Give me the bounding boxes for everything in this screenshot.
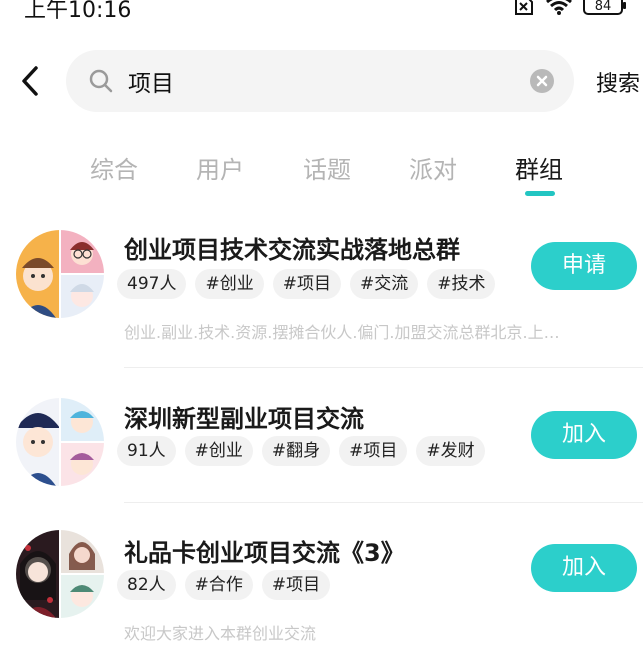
group-avatar bbox=[16, 530, 104, 618]
no-sim-icon bbox=[515, 0, 533, 15]
group-list-item[interactable]: 礼品卡创业项目交流《3》 82人 #合作 #项目 欢迎大家进入本群创业交流 加入 bbox=[0, 530, 643, 659]
member-count-tag: 82人 bbox=[117, 570, 176, 600]
group-avatar bbox=[16, 398, 104, 486]
group-tags: 497人 #创业 #项目 #交流 #技术 bbox=[117, 269, 496, 299]
group-tags: 82人 #合作 #项目 bbox=[117, 570, 331, 600]
group-tags: 91人 #创业 #翻身 #项目 #发财 bbox=[117, 436, 485, 466]
battery-indicator: 84 bbox=[583, 0, 626, 15]
tab-users[interactable]: 用户 bbox=[196, 150, 244, 185]
group-avatar bbox=[16, 230, 104, 318]
group-list-item[interactable]: 深圳新型副业项目交流 91人 #创业 #翻身 #项目 #发财 加入 bbox=[0, 395, 643, 505]
back-arrow-icon[interactable] bbox=[14, 62, 50, 100]
group-tag[interactable]: #项目 bbox=[261, 570, 331, 600]
tab-groups[interactable]: 群组 bbox=[515, 150, 563, 185]
group-tag[interactable]: #合作 bbox=[184, 570, 253, 600]
close-icon bbox=[536, 75, 548, 87]
group-description: 欢迎大家进入本群创业交流 bbox=[124, 624, 317, 643]
join-button[interactable]: 加入 bbox=[531, 411, 637, 459]
group-tag[interactable]: #项目 bbox=[272, 269, 341, 299]
group-list-item[interactable]: 创业项目技术交流实战落地总群 497人 #创业 #项目 #交流 #技术 创业.副… bbox=[0, 226, 643, 368]
search-icon bbox=[89, 69, 113, 93]
group-title: 创业项目技术交流实战落地总群 bbox=[124, 236, 460, 264]
apply-button[interactable]: 申请 bbox=[531, 242, 637, 290]
status-time: 上午10:16 bbox=[24, 0, 132, 23]
group-tag[interactable]: #技术 bbox=[427, 269, 496, 299]
search-input[interactable] bbox=[128, 62, 508, 100]
group-description: 创业.副业.技术.资源.摆摊合伙人.偏门.加盟交流总群北京.上… bbox=[124, 323, 560, 342]
group-tag[interactable]: #创业 bbox=[195, 269, 264, 299]
divider bbox=[124, 367, 643, 368]
member-count-tag: 91人 bbox=[117, 436, 176, 466]
active-tab-indicator bbox=[525, 191, 555, 196]
wifi-icon bbox=[546, 0, 572, 15]
tab-topics[interactable]: 话题 bbox=[303, 150, 351, 185]
tab-all[interactable]: 综合 bbox=[90, 150, 138, 185]
join-button[interactable]: 加入 bbox=[531, 544, 637, 592]
status-icons: 84 bbox=[511, 0, 626, 16]
search-box[interactable] bbox=[66, 50, 574, 112]
search-tabs: 综合 用户 话题 派对 群组 bbox=[0, 150, 643, 198]
search-row: 搜索 bbox=[0, 50, 643, 112]
member-count-tag: 497人 bbox=[117, 269, 187, 299]
search-button[interactable]: 搜索 bbox=[596, 66, 640, 98]
group-tag[interactable]: #翻身 bbox=[261, 436, 331, 466]
divider bbox=[124, 502, 643, 503]
group-tag[interactable]: #创业 bbox=[184, 436, 253, 466]
group-title: 深圳新型副业项目交流 bbox=[124, 405, 364, 433]
clear-search-button[interactable] bbox=[530, 69, 554, 93]
group-title: 礼品卡创业项目交流《3》 bbox=[124, 539, 405, 567]
group-tag[interactable]: #项目 bbox=[339, 436, 408, 466]
group-tag[interactable]: #发财 bbox=[416, 436, 485, 466]
tab-parties[interactable]: 派对 bbox=[409, 150, 457, 185]
status-bar: 上午10:16 84 bbox=[0, 0, 643, 24]
battery-level: 84 bbox=[594, 0, 612, 14]
group-tag[interactable]: #交流 bbox=[349, 269, 419, 299]
